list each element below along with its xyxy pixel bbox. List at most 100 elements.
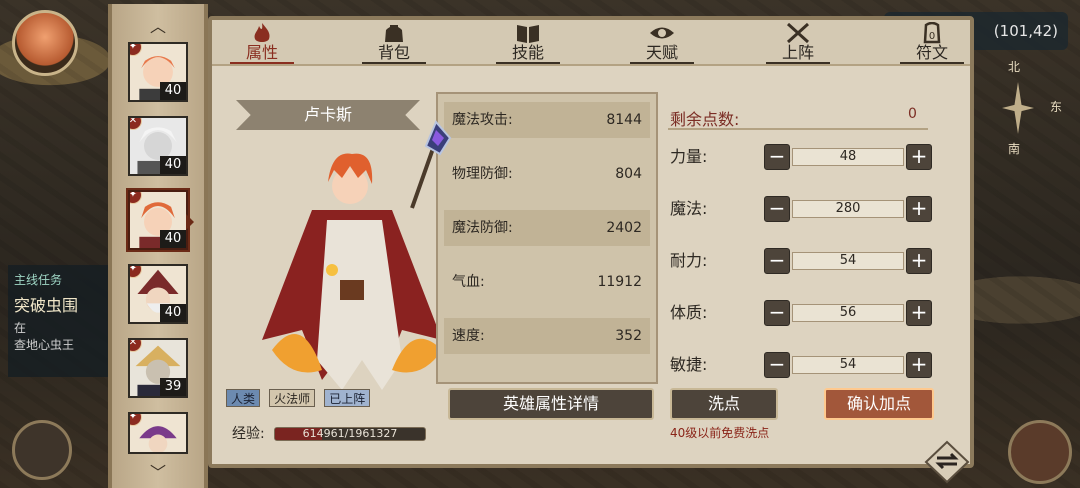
stamina-value-field[interactable]: 54: [792, 252, 904, 270]
quest-tracker[interactable]: 主线任务 突破虫围 在 查地心虫王: [8, 265, 116, 377]
stat-value: 352: [615, 328, 642, 344]
tab-label: 符文: [915, 43, 948, 62]
tab-deploy[interactable]: 上阵: [758, 22, 838, 66]
strength-value-field[interactable]: 48: [792, 148, 904, 166]
roster-scroll-up-icon[interactable]: ︿: [148, 19, 168, 35]
hero-card-4[interactable]: ✦ 40: [128, 264, 188, 324]
roster-scroll-down-icon[interactable]: ﹀: [148, 465, 168, 481]
tab-underline: [362, 62, 426, 64]
compass-east: 东: [1050, 100, 1063, 114]
hero-card-2[interactable]: ✕ 40: [128, 116, 188, 176]
alloc-name: 体质:: [670, 303, 708, 322]
quest-description: 在 查地心虫王: [14, 320, 110, 354]
tab-bag[interactable]: 背包: [354, 22, 434, 66]
alloc-row-agility: 敏捷: − 54 +: [670, 350, 934, 380]
tab-underline: [766, 62, 830, 64]
deployed-tag: 已上阵: [324, 389, 371, 407]
alloc-row-magic: 魔法: − 280 +: [670, 194, 934, 224]
alloc-name: 敏捷:: [670, 355, 708, 374]
confirm-allocation-button[interactable]: 确认加点: [824, 388, 934, 420]
increase-constitution-button[interactable]: +: [906, 300, 932, 326]
tab-attributes[interactable]: 属性: [222, 22, 302, 66]
tab-underline: [230, 62, 294, 64]
stat-value: 2402: [606, 220, 642, 236]
crossed-swords-icon: [786, 22, 810, 44]
rune-icon: 0: [923, 22, 941, 44]
stat-value: 8144: [606, 112, 642, 128]
stat-name: 速度:: [452, 328, 485, 344]
quest-desc-line-2: 查地心虫王: [14, 338, 75, 352]
class-tag: 火法师: [269, 389, 316, 407]
hero-level: 40: [160, 230, 186, 248]
hero-level: 39: [160, 378, 186, 396]
hero-detail-button[interactable]: 英雄属性详情: [448, 388, 654, 420]
increase-agility-button[interactable]: +: [906, 352, 932, 378]
hero-name: 卢卡斯: [303, 105, 352, 124]
stat-value: 804: [615, 166, 642, 182]
decrease-agility-button[interactable]: −: [764, 352, 790, 378]
constitution-value-field[interactable]: 56: [792, 304, 904, 322]
staff-weapon-art: [410, 120, 452, 209]
stat-row-physical-defense: 物理防御: 804: [444, 156, 650, 192]
tab-underline: [630, 62, 694, 64]
hero-level: 40: [160, 156, 186, 174]
hero-card-3-selected[interactable]: ✦ 40: [128, 190, 188, 250]
alloc-name: 耐力:: [670, 251, 708, 270]
eye-icon: [650, 27, 674, 39]
fire-icon: [254, 23, 270, 42]
stat-row-speed: 速度: 352: [444, 318, 650, 354]
hero-stats-box: 魔法攻击: 8144 物理防御: 804 魔法防御: 2402 气血: 1191…: [436, 92, 658, 384]
decrease-strength-button[interactable]: −: [764, 144, 790, 170]
increase-magic-button[interactable]: +: [906, 196, 932, 222]
quest-name: 突破虫围: [14, 296, 79, 315]
hero-card-6[interactable]: ✦: [128, 412, 188, 454]
player-avatar[interactable]: [12, 10, 78, 76]
tab-underline: [496, 62, 560, 64]
compass: 北 东 南: [988, 58, 1068, 158]
decrease-magic-button[interactable]: −: [764, 196, 790, 222]
alloc-name: 力量:: [670, 147, 708, 166]
tab-label: 天赋: [645, 43, 678, 62]
tab-label: 背包: [377, 43, 410, 62]
bag-icon: [385, 25, 403, 42]
experience-bar: 614961/1961327: [274, 427, 426, 441]
hero-level: 40: [160, 304, 186, 322]
alloc-row-strength: 力量: − 48 +: [670, 142, 934, 172]
experience-text: 614961/1961327: [302, 427, 398, 440]
increase-strength-button[interactable]: +: [906, 144, 932, 170]
town-button[interactable]: [1008, 420, 1072, 484]
agility-value-field[interactable]: 54: [792, 356, 904, 374]
stat-row-hp: 气血: 11912: [444, 264, 650, 300]
swap-arrows-icon[interactable]: [920, 438, 974, 484]
stat-value: 11912: [597, 274, 642, 290]
tab-label: 上阵: [781, 43, 814, 62]
tab-underline: [900, 62, 964, 64]
race-tag: 人类: [226, 389, 261, 407]
svg-text:0: 0: [929, 31, 935, 42]
decrease-stamina-button[interactable]: −: [764, 248, 790, 274]
tab-runes[interactable]: 0 符文: [892, 22, 972, 66]
compass-rose-icon: [1002, 82, 1034, 134]
tab-skills[interactable]: 技能: [488, 22, 568, 66]
divider: [668, 128, 928, 130]
experience-label: 经验:: [232, 426, 265, 442]
reset-points-button[interactable]: 洗点: [670, 388, 778, 420]
decrease-constitution-button[interactable]: −: [764, 300, 790, 326]
hero-roster[interactable]: ︿ ✦ 40 ✕ 40 ✦ 40 ✦ 40 ✕ 39 ✦ ﹀: [108, 4, 208, 488]
increase-stamina-button[interactable]: +: [906, 248, 932, 274]
stat-name: 魔法攻击:: [452, 112, 513, 128]
tab-bar: 属性 背包 技能 天赋 上阵 0 符文: [212, 20, 970, 66]
experience-row: 经验: 614961/1961327: [226, 424, 426, 444]
quest-tracker-title: 主线任务: [14, 273, 63, 287]
magic-value-field[interactable]: 280: [792, 200, 904, 218]
tab-talent[interactable]: 天赋: [622, 22, 702, 66]
hero-tags: 人类 火法师 已上阵: [226, 388, 374, 407]
world-menu-button[interactable]: [12, 420, 72, 480]
alloc-name: 魔法:: [670, 199, 708, 218]
hero-card-5[interactable]: ✕ 39: [128, 338, 188, 398]
hero-card-1[interactable]: ✦ 40: [128, 42, 188, 102]
remaining-points-value: 0: [908, 106, 917, 122]
reset-note: 40级以前免费洗点: [670, 426, 770, 440]
book-icon: [517, 25, 539, 43]
stat-name: 气血:: [452, 274, 485, 290]
